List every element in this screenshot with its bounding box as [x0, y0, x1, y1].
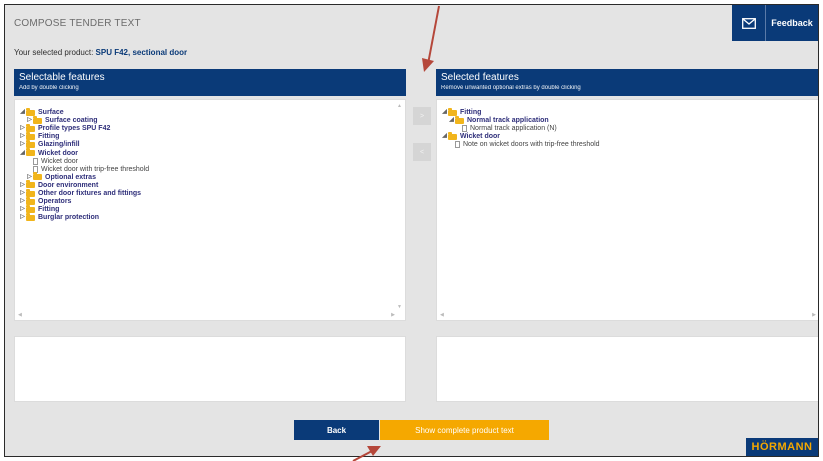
annotation-arrow-top: [422, 5, 440, 72]
annotation-arrows: [352, 5, 440, 461]
annotation-arrow-bottom: [352, 446, 381, 461]
